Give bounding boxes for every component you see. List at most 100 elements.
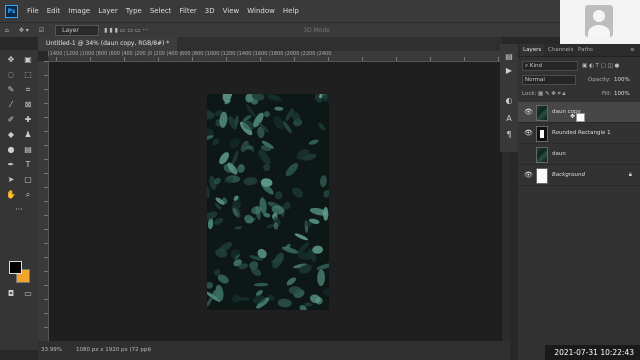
lock-row: Lock: ▦ ✎ ✥ ⌗ 🔒︎ Fill: 100% — [520, 89, 638, 99]
leaf-shape — [308, 139, 319, 145]
screen-mode-icon[interactable]: ▭ — [21, 288, 35, 299]
menu-bar: Ps File Edit Image Layer Type Select Fil… — [0, 0, 560, 22]
frame-tool-icon[interactable]: ⊠ — [21, 99, 35, 110]
gradient-tool-icon[interactable]: ▤ — [21, 144, 35, 155]
brush-tool-icon[interactable]: ✐ — [4, 114, 18, 125]
blend-mode-select[interactable]: Normal — [522, 75, 576, 85]
healing-tool-icon[interactable]: ✚ — [21, 114, 35, 125]
layer-row-background[interactable]: 👁︎ Background 🔒︎ — [518, 165, 640, 186]
menu-select[interactable]: Select — [146, 7, 176, 15]
photoshop-logo-icon: Ps — [5, 4, 18, 18]
leaf-shape — [212, 138, 220, 146]
leaf-shape — [319, 175, 327, 188]
layer-name: Rounded Rectangle 1 — [552, 130, 611, 136]
history-panel-icon[interactable]: ▤ — [504, 52, 514, 62]
menu-edit[interactable]: Edit — [43, 7, 65, 15]
quick-select-tool-icon[interactable]: ✎ — [4, 84, 18, 95]
taskbar-clock: 2021-07-31 10:22:43 — [545, 345, 640, 360]
menu-filter[interactable]: Filter — [175, 7, 200, 15]
menu-type[interactable]: Type — [122, 7, 146, 15]
menu-file[interactable]: File — [23, 7, 43, 15]
leaf-shape — [253, 282, 269, 287]
leaf-shape — [283, 121, 292, 134]
marquee-tool-icon[interactable]: ⬚ — [21, 69, 35, 80]
leaf-shape — [207, 282, 214, 289]
tab-layers[interactable]: Layers — [520, 44, 545, 56]
eraser-tool-icon[interactable]: ◆ — [4, 129, 18, 140]
paragraph-icon[interactable]: ¶ — [504, 130, 514, 140]
home-icon[interactable]: ⌂ — [5, 27, 9, 34]
shape-tool-icon[interactable]: ▢ — [21, 174, 35, 185]
layer-row-daun[interactable]: 👁︎ daun — [518, 144, 640, 165]
zoom-tool-icon[interactable]: ⌕ — [21, 189, 35, 200]
layer-thumbnail — [536, 126, 548, 142]
pen-tool-icon[interactable]: ✒ — [4, 159, 18, 170]
panel-icon-strip: ▤ ▶ ◐ A ¶ — [500, 44, 518, 152]
layer-thumbnail — [536, 168, 548, 184]
crop-tool-icon[interactable]: ⌗ — [21, 84, 35, 95]
eyedropper-tool-icon[interactable]: ⁄ — [4, 99, 18, 110]
zoom-level[interactable]: 33.99% — [41, 341, 62, 360]
layer-mask-thumbnail[interactable] — [576, 113, 585, 122]
document-tab-bar: Untitled-1 @ 34% (daun copy, RGB/8#) * — [38, 37, 502, 51]
leaf-shape — [274, 191, 283, 200]
fill-value[interactable]: 100% — [614, 89, 630, 99]
eye-icon[interactable]: 👁︎ — [524, 171, 533, 179]
leaf-shape — [207, 110, 215, 120]
adjustments-panel-icon[interactable]: ◐ — [504, 96, 514, 106]
move-tool-icon[interactable]: ✥ — [4, 54, 18, 65]
quick-mask-icon[interactable]: ◘ — [4, 288, 18, 299]
hand-tool-icon[interactable]: ✋ — [4, 189, 18, 200]
lock-label: Lock: — [522, 91, 537, 97]
leaf-shape — [316, 263, 329, 270]
panel-menu-icon[interactable]: ≡ — [630, 44, 635, 56]
menu-image[interactable]: Image — [64, 7, 94, 15]
more-tools-icon[interactable]: ··· — [12, 204, 26, 215]
leaf-shape — [285, 163, 299, 177]
fill-label: Fill: — [602, 91, 612, 97]
auto-select-dropdown[interactable]: Layer — [55, 24, 100, 36]
canvas-image[interactable] — [207, 94, 329, 310]
menu-window[interactable]: Window — [243, 7, 279, 15]
filter-kind-select[interactable]: ⌕ Kind — [522, 61, 578, 71]
foreground-color-swatch[interactable] — [9, 261, 22, 274]
status-arrow-icon[interactable]: › — [148, 341, 150, 360]
play-icon[interactable]: ▶ — [504, 66, 514, 76]
webcam-overlay — [560, 0, 640, 44]
leaf-shape — [286, 277, 296, 286]
lock-options-icons[interactable]: ▦ ✎ ✥ ⌗ 🔒︎ — [538, 89, 565, 99]
stamp-tool-icon[interactable]: ♟ — [21, 129, 35, 140]
leaf-shape — [262, 163, 271, 172]
menu-layer[interactable]: Layer — [94, 7, 122, 15]
leaf-photo — [207, 94, 329, 310]
path-select-tool-icon[interactable]: ➤ — [4, 174, 18, 185]
blur-tool-icon[interactable]: ● — [4, 144, 18, 155]
opacity-value[interactable]: 100% — [614, 75, 630, 85]
menu-view[interactable]: View — [219, 7, 244, 15]
lasso-tool-icon[interactable]: ◌ — [4, 69, 18, 80]
type-tool-icon[interactable]: T — [21, 159, 35, 170]
eye-icon[interactable]: 👁︎ — [524, 129, 533, 137]
leaf-shape — [304, 302, 313, 307]
eye-hidden-icon[interactable]: 👁︎ — [524, 150, 533, 158]
layer-thumbnail — [536, 147, 548, 163]
3d-mode-label: 3D Mode — [303, 26, 330, 34]
menu-help[interactable]: Help — [279, 7, 303, 15]
layer-row-rounded-rectangle[interactable]: 👁︎ Rounded Rectangle 1 — [518, 123, 640, 144]
tab-paths[interactable]: Paths — [578, 44, 593, 56]
cursor-icon: ✥ — [570, 113, 576, 120]
move-tool-icon[interactable]: ✥ ▾ — [19, 27, 29, 34]
leaf-shape — [230, 137, 241, 148]
document-tab[interactable]: Untitled-1 @ 34% (daun copy, RGB/8#) * — [38, 37, 178, 51]
tab-channels[interactable]: Channels — [548, 44, 573, 56]
artboard-tool-icon[interactable]: ▣ — [21, 54, 35, 65]
layer-row-daun-copy[interactable]: 👁︎ daun copy ✥ — [518, 102, 640, 123]
auto-select-checkbox[interactable]: ☑ — [39, 27, 44, 34]
panel-tabs: Layers Channels Paths ≡ — [518, 44, 640, 57]
menu-3d[interactable]: 3D — [201, 7, 219, 15]
character-panel-icon[interactable]: A — [504, 114, 514, 124]
leaf-shape — [317, 269, 326, 286]
eye-icon[interactable]: 👁︎ — [524, 108, 533, 116]
align-icons[interactable]: ▮ ▮ ▮ ▭ ▭ ▭ ··· — [104, 27, 148, 34]
filter-icons[interactable]: ▣ ◐ T ▢ ◫ ● — [582, 61, 619, 71]
